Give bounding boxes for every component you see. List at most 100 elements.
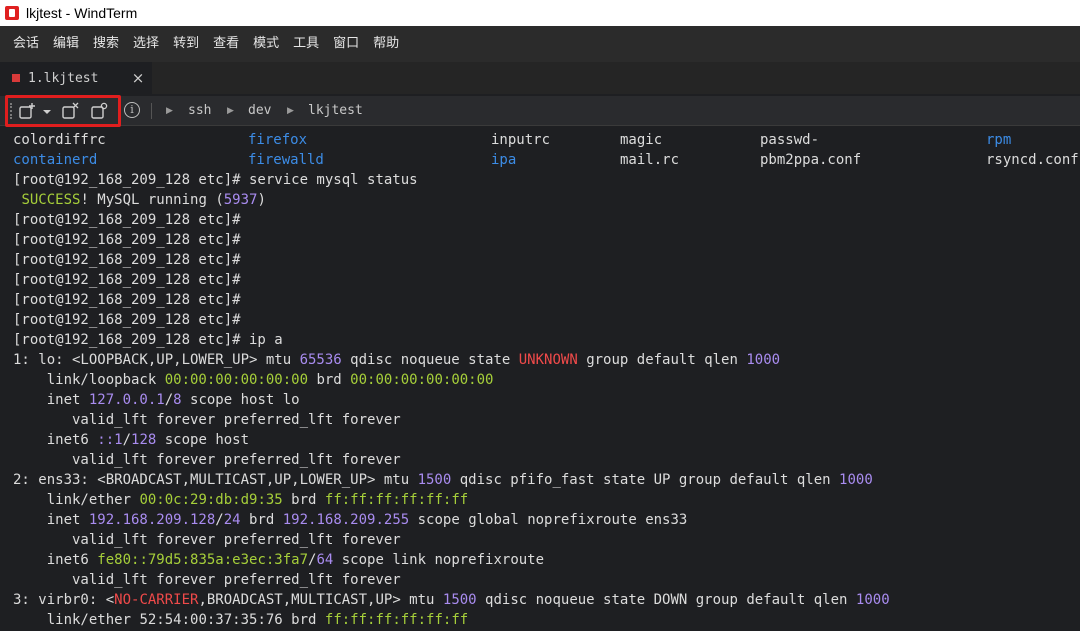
chevron-down-icon [43, 110, 51, 114]
windterm-logo-icon [5, 6, 19, 20]
pane-settings-icon [91, 102, 108, 119]
ls-entry-dir: firewalld [248, 152, 324, 168]
tab-close-icon[interactable]: × [127, 62, 149, 94]
mac-address: 52:54:00:37:35:76 [139, 612, 283, 628]
menu-session[interactable]: 会话 [6, 26, 46, 62]
ip-address: fe80::79d5:835a:e3ec:3fa7 [97, 552, 309, 568]
interface-state: UNKNOWN [518, 352, 578, 368]
close-pane-button[interactable] [60, 101, 80, 121]
ip-address: 192.168.209.255 [282, 512, 410, 528]
output-text: brd [308, 372, 351, 388]
terminal-line: link/loopback 00:00:00:00:00:00 brd 00:0… [13, 370, 494, 390]
new-pane-dropdown-button[interactable] [40, 101, 54, 121]
output-text: qdisc noqueue state [341, 352, 519, 368]
terminal-line: 1: lo: <LOOPBACK,UP,LOWER_UP> mtu 65536 … [13, 350, 780, 370]
terminal-line: [root@192_168_209_128 etc]# ip a [13, 330, 283, 350]
command-text: service mysql status [240, 172, 418, 188]
output-text: qdisc pfifo_fast state UP group default … [451, 472, 840, 488]
ls-entry-dir: ipa [491, 152, 517, 168]
terminal-line: [root@192_168_209_128 etc]# service mysq… [13, 170, 418, 190]
output-number: 1000 [855, 592, 890, 608]
breadcrumb-ssh[interactable]: ssh [188, 96, 211, 126]
ls-entry: inputrc [491, 132, 551, 148]
shell-prompt: [root@192_168_209_128 etc]# [13, 232, 241, 248]
output-text: scope host [156, 432, 250, 448]
output-number: 24 [223, 512, 241, 528]
terminal-line: valid_lft forever preferred_lft forever [13, 572, 401, 588]
breadcrumb-dev[interactable]: dev [248, 96, 271, 126]
ls-entry: magic [620, 132, 663, 148]
breadcrumb-lkjtest[interactable]: lkjtest [308, 96, 363, 126]
terminal-output[interactable]: colordiffrc firefox inputrc magic passwd… [0, 130, 1080, 631]
ls-entry-dir: rpm [986, 132, 1012, 148]
menu-bar: 会话 编辑 搜索 选择 转到 查看 模式 工具 窗口 帮助 [0, 26, 1080, 62]
menu-window[interactable]: 窗口 [326, 26, 366, 62]
shell-prompt: [root@192_168_209_128 etc]# [13, 172, 241, 188]
mac-address: ff:ff:ff:ff:ff:ff [324, 612, 469, 628]
terminal-line: 2: ens33: <BROADCAST,MULTICAST,UP,LOWER_… [13, 470, 873, 490]
output-text: inet6 [13, 432, 98, 448]
terminal-line: inet 127.0.0.1/8 scope host lo [13, 390, 300, 410]
output-number: 65536 [299, 352, 342, 368]
terminal-line: [root@192_168_209_128 etc]# [13, 230, 241, 250]
window-title: lkjtest - WindTerm [26, 5, 138, 21]
output-text: ,BROADCAST,MULTICAST,UP> mtu [198, 592, 443, 608]
new-pane-icon [19, 103, 35, 119]
output-number: 8 [173, 392, 182, 408]
mac-address: 00:0c:29:db:d9:35 [139, 492, 283, 508]
ls-entry: passwd- [760, 132, 820, 148]
terminal-line: [root@192_168_209_128 etc]# [13, 290, 241, 310]
output-text: 1: lo: <LOOPBACK,UP,LOWER_UP> mtu [13, 352, 300, 368]
output-text: / [215, 512, 224, 528]
output-text: / [122, 432, 132, 448]
info-icon[interactable]: i [124, 102, 140, 118]
output-text: brd [240, 512, 283, 528]
menu-select[interactable]: 选择 [126, 26, 166, 62]
terminal-line: valid_lft forever preferred_lft forever [13, 532, 401, 548]
output-text: / [164, 392, 174, 408]
tab-session-lkjtest[interactable]: 1.lkjtest × [0, 62, 152, 94]
output-text: inet6 [13, 552, 98, 568]
output-number: 64 [316, 552, 334, 568]
session-toolbar [0, 96, 1080, 126]
menu-view[interactable]: 查看 [206, 26, 246, 62]
new-pane-button[interactable] [17, 101, 37, 121]
ls-entry: rsyncd.conf [986, 152, 1079, 168]
ls-entry: pbm2ppa.conf [760, 152, 862, 168]
output-text: group default qlen [577, 352, 747, 368]
mac-address: ff:ff:ff:ff:ff:ff [324, 492, 469, 508]
menu-tools[interactable]: 工具 [286, 26, 326, 62]
mac-address: 00:00:00:00:00:00 [164, 372, 309, 388]
output-text: 3: virbr0: < [13, 592, 115, 608]
output-text: ! MySQL running ( [80, 192, 224, 208]
interface-flag: NO-CARRIER [114, 592, 199, 608]
ip-address: 127.0.0.1 [88, 392, 165, 408]
menu-mode[interactable]: 模式 [246, 26, 286, 62]
menu-goto[interactable]: 转到 [166, 26, 206, 62]
pane-settings-button[interactable] [89, 101, 109, 121]
output-number: 1500 [417, 472, 452, 488]
shell-prompt: [root@192_168_209_128 etc]# [13, 292, 241, 308]
terminal-line: valid_lft forever preferred_lft forever [13, 412, 401, 428]
toolbar-grip-icon[interactable] [10, 103, 14, 119]
output-text: brd [282, 612, 325, 628]
terminal-line: [root@192_168_209_128 etc]# [13, 250, 241, 270]
breadcrumb-arrow-icon: ▶ [227, 106, 234, 116]
output-text: scope link noprefixroute [333, 552, 545, 568]
terminal-line: inet6 ::1/128 scope host [13, 430, 249, 450]
menu-edit[interactable]: 编辑 [46, 26, 86, 62]
output-text: brd [282, 492, 325, 508]
ip-address: 192.168.209.128 [88, 512, 216, 528]
output-number: 1000 [746, 352, 781, 368]
mysql-pid: 5937 [223, 192, 258, 208]
menu-help[interactable]: 帮助 [366, 26, 406, 62]
tab-label: 1.lkjtest [28, 70, 99, 86]
terminal-line: inet6 fe80::79d5:835a:e3ec:3fa7/64 scope… [13, 550, 544, 570]
output-text: link/ether [13, 492, 140, 508]
menu-search[interactable]: 搜索 [86, 26, 126, 62]
ls-entry: colordiffrc [13, 132, 106, 148]
shell-prompt: [root@192_168_209_128 etc]# [13, 312, 241, 328]
shell-prompt: [root@192_168_209_128 etc]# [13, 252, 241, 268]
command-text: ip a [240, 332, 283, 348]
tab-bar: 1.lkjtest × [0, 62, 1080, 94]
